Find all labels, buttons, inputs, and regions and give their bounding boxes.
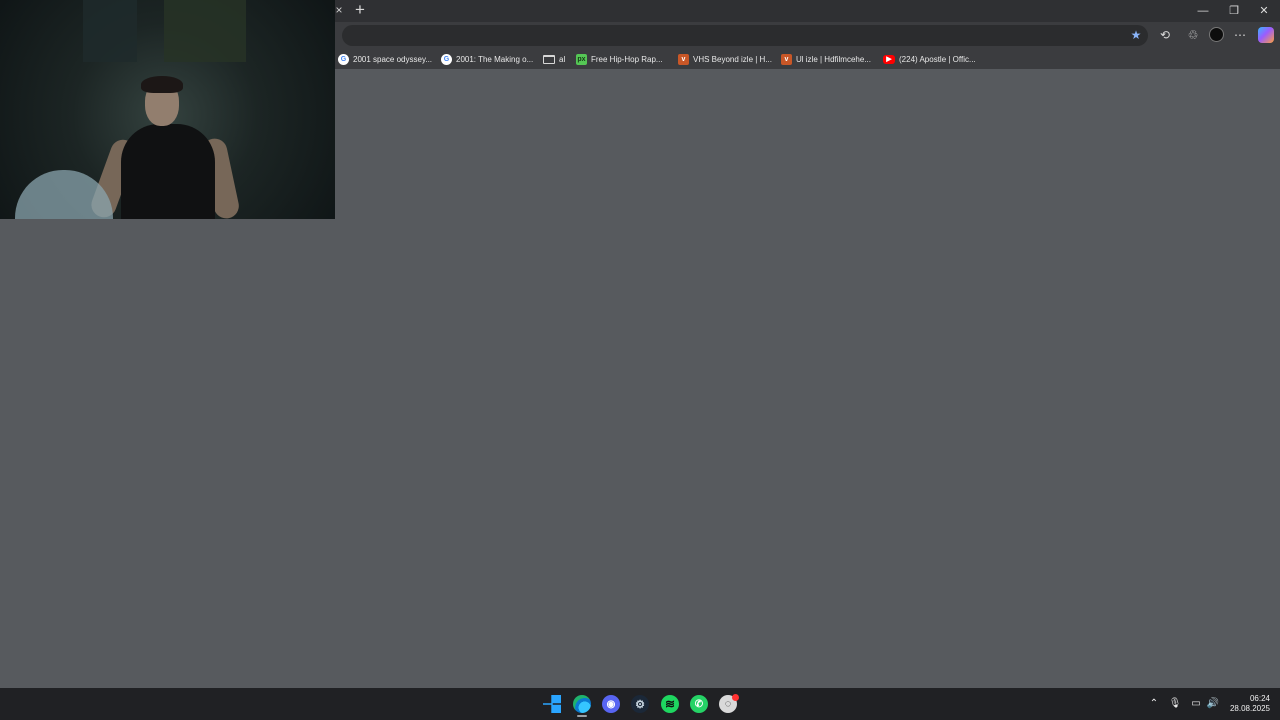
minimize-button[interactable]: — <box>1190 2 1216 20</box>
bookmark-item[interactable]: v Ul izle | Hdfilmcehe... <box>781 51 871 67</box>
bookmark-item[interactable]: v VHS Beyond izle | H... <box>678 51 772 67</box>
room-background <box>164 0 246 62</box>
webcam-overlay <box>0 0 335 219</box>
close-window-button[interactable]: ✕ <box>1251 2 1277 20</box>
network-icon[interactable]: ▭ <box>1189 697 1203 711</box>
google-icon: G <box>441 53 452 65</box>
youtube-icon: ▶ <box>883 54 895 64</box>
whatsapp-icon[interactable]: ✆ <box>690 695 708 713</box>
hidden-icons-chevron-icon[interactable]: ⌃ <box>1147 697 1161 711</box>
favorite-star-icon[interactable]: ★ <box>1128 27 1144 43</box>
notification-badge <box>732 694 739 701</box>
bookmark-label: Ul izle | Hdfilmcehe... <box>796 54 871 64</box>
edge-icon[interactable] <box>573 695 591 713</box>
steam-icon[interactable]: ⚙ <box>631 695 649 713</box>
google-icon: G <box>338 53 349 65</box>
bookmark-label: Free Hip-Hop Rap... <box>591 54 663 64</box>
new-tab-button[interactable]: + <box>352 1 368 19</box>
spotify-icon[interactable]: ≋ <box>661 695 679 713</box>
bookmark-label: VHS Beyond izle | H... <box>693 54 772 64</box>
system-clock[interactable]: 06:24 28.08.2025 <box>1220 694 1270 714</box>
restore-button[interactable]: ❐ <box>1221 2 1247 20</box>
windows-taskbar: ◉ ⚙ ≋ ✆ ◌ <box>0 688 1280 720</box>
film-site-icon: v <box>781 53 792 65</box>
bookmark-item[interactable]: G 2001 space odyssey... <box>338 51 432 67</box>
px-site-icon: px <box>576 53 587 65</box>
bookmark-item[interactable]: px Free Hip-Hop Rap... <box>576 51 663 67</box>
volume-icon[interactable]: 🔊 <box>1206 697 1220 711</box>
discord-icon[interactable]: ◉ <box>602 695 620 713</box>
microphone-icon[interactable]: 🎙 <box>1168 697 1182 711</box>
extensions-icon[interactable]: ⟲ <box>1157 27 1173 43</box>
copilot-icon[interactable] <box>1258 27 1274 43</box>
address-bar[interactable] <box>342 25 1148 46</box>
active-app-indicator <box>577 715 587 717</box>
profile-avatar[interactable] <box>1208 27 1224 43</box>
windows-start-icon[interactable] <box>543 695 561 713</box>
streamer-person <box>87 76 242 219</box>
bookmark-label: 2001: The Making o... <box>456 54 534 64</box>
browser-essentials-icon[interactable]: ♲ <box>1185 27 1201 43</box>
bookmark-label: (224) Apostle | Offic... <box>899 54 976 64</box>
film-site-icon: v <box>678 53 689 65</box>
room-background <box>83 0 137 62</box>
bookmark-item[interactable]: G 2001: The Making o... <box>441 51 533 67</box>
bookmark-item[interactable]: ▶ (224) Apostle | Offic... <box>883 51 976 67</box>
bookmark-label: 2001 space odyssey... <box>353 54 433 64</box>
folder-icon <box>543 54 555 64</box>
more-dots-icon[interactable]: ⋯ <box>1232 27 1248 43</box>
clock-date: 28.08.2025 <box>1229 704 1270 713</box>
bookmark-folder[interactable]: al <box>543 51 565 67</box>
clock-time: 06:24 <box>1249 694 1270 703</box>
bookmark-label: al <box>559 54 566 64</box>
